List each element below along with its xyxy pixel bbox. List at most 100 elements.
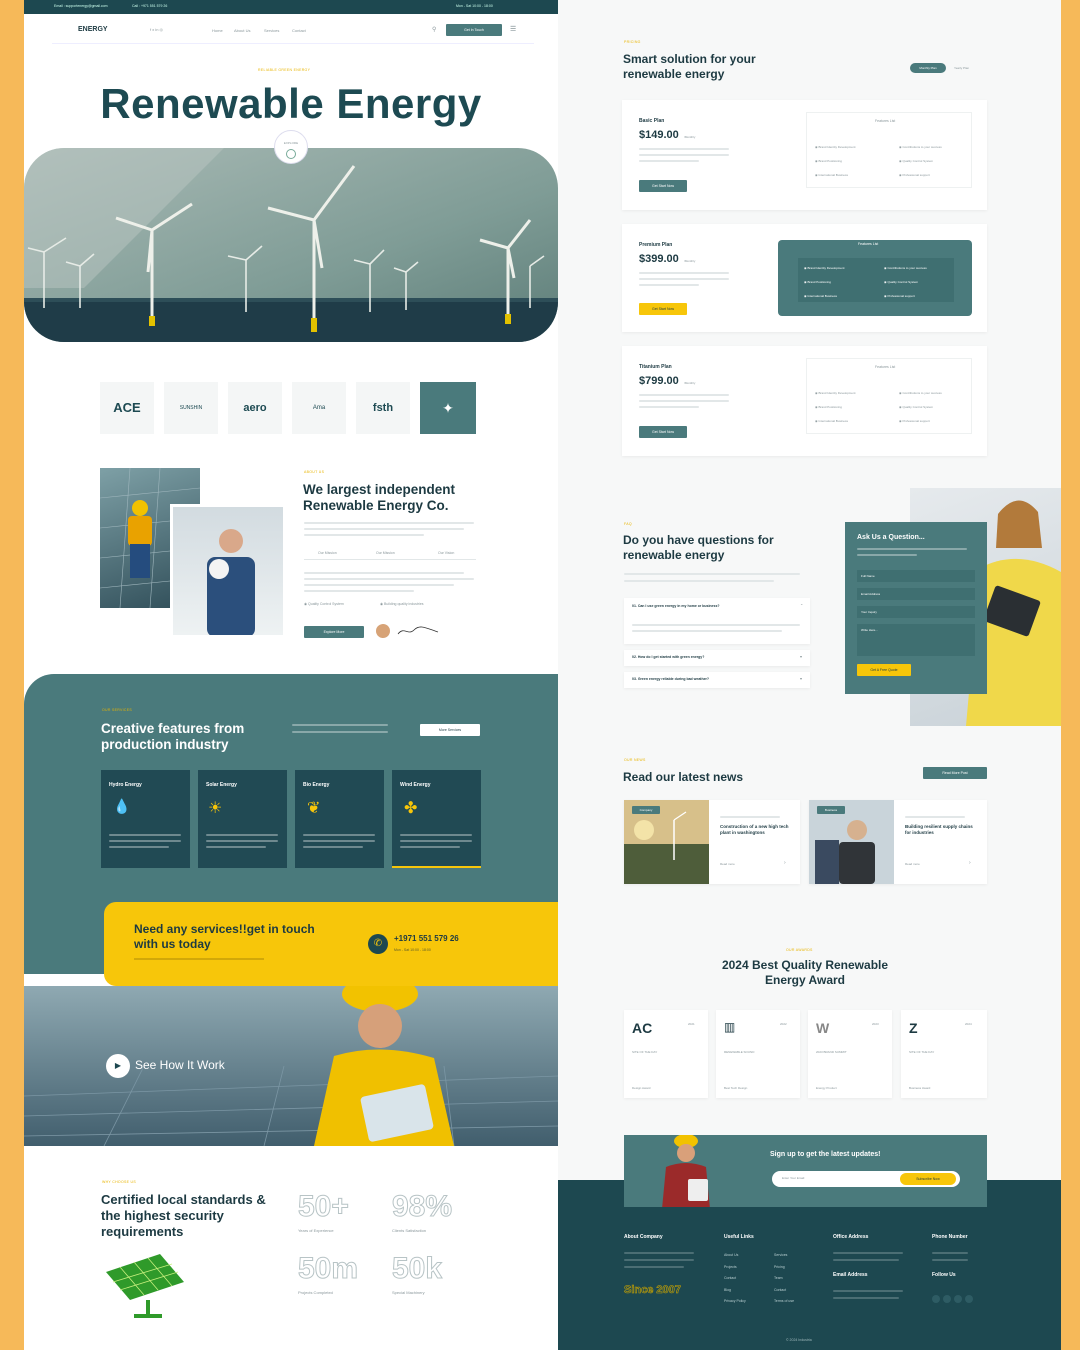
footer-link[interactable]: Projects [724, 1262, 746, 1274]
navbar: ENERGY f x in ◎ Home About Us Services C… [52, 18, 534, 44]
read-more-post-button[interactable]: Read More Post [923, 767, 987, 779]
free-quote-button[interactable]: Get A Free Quote [857, 664, 911, 676]
service-card-title: Bio Energy [303, 782, 330, 788]
newsletter-email-input[interactable]: Enter Your Email Subscribe Now [772, 1171, 960, 1187]
explore-more-button[interactable]: Explore More [304, 626, 364, 638]
news-card[interactable]: Company Construction of a new high tech … [624, 800, 800, 884]
worker-tablet-image [24, 986, 558, 1146]
text-line [632, 630, 782, 632]
faq-item[interactable]: 02. How do I get started with green ener… [624, 650, 810, 666]
monthly-plan-toggle[interactable]: Monthly Plan [910, 63, 946, 73]
text-line [639, 284, 699, 286]
footer-link[interactable]: Privacy Policy [724, 1296, 746, 1308]
footer-link[interactable]: Blog [724, 1285, 746, 1297]
feature-item: ◉ Quality Control System [884, 280, 919, 284]
text-line [639, 400, 729, 402]
faq-kicker: FAQ [624, 522, 632, 526]
chevron-up-icon[interactable]: ⌃ [800, 603, 803, 608]
text-line [833, 1297, 899, 1299]
read-more-link[interactable]: Read more [905, 862, 920, 866]
partner-logo[interactable]: Ama [292, 382, 346, 434]
yearly-plan-toggle[interactable]: Yearly Plan [954, 66, 969, 70]
stat-item: 50+ Years of Experience [298, 1190, 350, 1234]
contact-phone[interactable]: +1971 551 579 26 [394, 934, 459, 943]
get-start-button[interactable]: Get Start Now [639, 303, 687, 315]
phone-icon[interactable]: ✆ [368, 934, 388, 954]
play-button[interactable]: ▶ [106, 1054, 130, 1078]
tab-mission[interactable]: Our Mission [318, 551, 337, 555]
name-field[interactable]: Full Name [857, 570, 975, 582]
service-card[interactable]: Solar Energy ☀ [198, 770, 287, 868]
twitter-icon[interactable] [943, 1295, 951, 1303]
faq-item[interactable]: 03. Green energy reliable during bad wea… [624, 672, 810, 688]
text-line [932, 1252, 968, 1254]
explore-badge[interactable]: EXPLORE [274, 130, 308, 164]
nav-link-about[interactable]: About Us [234, 28, 250, 33]
read-more-link[interactable]: Read more [720, 862, 735, 866]
top-bar: Email : supportenergy@gmail.com Call : +… [24, 0, 558, 14]
service-card[interactable]: Hydro Energy 💧 [101, 770, 190, 868]
partner-logo-active[interactable]: ✦ [420, 382, 476, 434]
footer-link[interactable]: Terms of use [774, 1296, 794, 1308]
partner-logo[interactable]: fsth [356, 382, 410, 434]
arrow-icon[interactable]: › [784, 860, 786, 866]
tab-mission-2[interactable]: Our Mission [376, 551, 395, 555]
nav-link-contact[interactable]: Contact [292, 28, 306, 33]
faq-item-open[interactable]: 01. Can I use green energy in my home or… [624, 598, 810, 644]
service-card-title: Solar Energy [206, 782, 237, 788]
subscribe-button[interactable]: Subscribe Now [900, 1173, 956, 1185]
inquiry-field[interactable]: Your Inquiry [857, 606, 975, 618]
more-services-button[interactable]: More Services [420, 724, 480, 736]
text-line [206, 834, 278, 836]
solar-icon: ☀ [208, 800, 223, 817]
text-line [400, 834, 472, 836]
feature-item: ◉ Professional support [899, 173, 930, 177]
linkedin-icon[interactable] [954, 1295, 962, 1303]
footer-link[interactable]: Contact [724, 1273, 746, 1285]
chevron-down-icon[interactable]: ▾ [800, 654, 802, 659]
service-card-title: Wind Energy [400, 782, 431, 788]
message-textarea[interactable]: Write Here... [857, 624, 975, 656]
useful-links-2: Services Pricing Team Contact Terms of u… [774, 1250, 794, 1308]
feature-item: ◉ Contributions to your success [899, 391, 942, 395]
footer-link[interactable]: Team [774, 1273, 794, 1285]
footer-link[interactable]: Services [774, 1250, 794, 1262]
footer-link[interactable]: Pricing [774, 1262, 794, 1274]
partner-logo[interactable]: ACE [100, 382, 154, 434]
get-start-button[interactable]: Get Start Now [639, 180, 687, 192]
tab-vision[interactable]: Our Vision [438, 551, 454, 555]
get-in-touch-button[interactable]: Get In Touch [446, 24, 502, 36]
facebook-icon[interactable] [932, 1295, 940, 1303]
search-icon[interactable]: ⚲ [432, 26, 436, 33]
chevron-down-icon[interactable]: ▾ [800, 676, 802, 681]
service-card[interactable]: Wind Energy ✤ [392, 770, 481, 868]
get-start-button[interactable]: Get Start Now [639, 426, 687, 438]
service-card[interactable]: Bio Energy ❦ [295, 770, 384, 868]
email-field[interactable]: Email Address [857, 588, 975, 600]
social-icons[interactable]: f x in ◎ [150, 27, 163, 32]
partner-logo[interactable]: SUNSHIN [164, 382, 218, 434]
features-box: Features List ◉ Brand Identity Developme… [778, 240, 972, 316]
plan-price: $799.00 [639, 375, 679, 387]
text-line [304, 572, 464, 574]
features-title: Features List [858, 242, 879, 246]
footer-link[interactable]: Contact [774, 1285, 794, 1297]
stat-label: Years of Experience [298, 1228, 334, 1233]
logo[interactable]: ENERGY [78, 26, 108, 33]
plan-period: /Monthly [684, 259, 696, 263]
footer-link[interactable]: About Us [724, 1250, 746, 1262]
stat-item: 50m Projects Completed [297, 1252, 358, 1296]
menu-icon[interactable]: ☰ [510, 25, 516, 33]
video-label[interactable]: See How It Work [135, 1058, 225, 1072]
nav-link-services[interactable]: Services [264, 28, 279, 33]
hero-image [24, 148, 558, 342]
text-line [303, 834, 375, 836]
partner-logo[interactable]: aero [228, 382, 282, 434]
nav-link-home[interactable]: Home [212, 28, 223, 33]
text-line [624, 1266, 684, 1268]
award-logo: Z [909, 1020, 918, 1036]
video-section [24, 986, 558, 1146]
instagram-icon[interactable] [965, 1295, 973, 1303]
news-card[interactable]: Business Building resilient supply chain… [809, 800, 987, 884]
arrow-icon[interactable]: › [969, 860, 971, 866]
